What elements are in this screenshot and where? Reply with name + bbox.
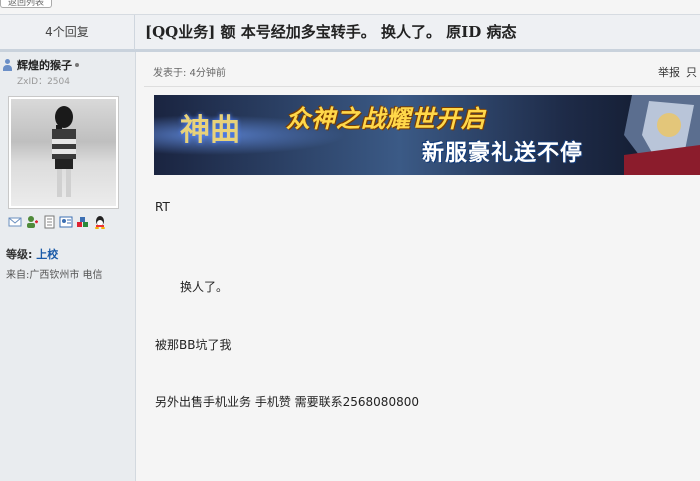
divider <box>144 86 700 87</box>
document-icon[interactable] <box>42 215 56 229</box>
user-line: 辉煌的猴子 <box>2 58 79 72</box>
banner-slogan-secondary: 新服豪礼送不停 <box>422 141 584 166</box>
avatar-image <box>11 99 116 206</box>
reply-count: 4个回复 <box>0 15 135 50</box>
qq-icon[interactable] <box>93 215 107 229</box>
report-link[interactable]: 举报 <box>658 64 680 80</box>
banner-slogan-primary: 众神之战耀世开启 <box>286 105 486 133</box>
post-content: 发表于: 4分钟前 举报 只 神曲 众神之战耀世开启 新服豪礼送不停 RT 换人… <box>136 52 700 481</box>
username-link[interactable]: 辉煌的猴子 <box>17 57 72 73</box>
post-line-rt: RT <box>155 200 170 214</box>
only-author-link[interactable]: 只 <box>686 64 697 80</box>
profile-action-icons <box>4 215 124 235</box>
banner-logo: 神曲 <box>180 113 240 148</box>
back-to-list-button[interactable]: 返回列表 <box>0 0 52 8</box>
group-icon[interactable] <box>76 215 90 229</box>
post-line-sale: 另外出售手机业务 手机赞 需要联系2568080800 <box>155 395 419 409</box>
rank-value[interactable]: 上校 <box>36 248 58 261</box>
rank-label: 等级: <box>6 248 33 261</box>
online-status-icon <box>75 63 79 67</box>
post-time: 发表于: 4分钟前 <box>153 68 226 79</box>
avatar[interactable] <box>8 96 119 209</box>
user-location: 来自:广西钦州市 电信 <box>6 270 103 281</box>
thread-header: 4个回复 [QQ业务] 额 本号经加多宝转手。 换人了。 原ID 病态 <box>0 14 700 52</box>
mail-icon[interactable] <box>8 215 22 229</box>
profile-card-icon[interactable] <box>59 215 73 229</box>
user-id: ZxID：2504 <box>17 77 70 87</box>
thread-title: [QQ业务] 额 本号经加多宝转手。 换人了。 原ID 病态 <box>145 23 517 41</box>
author-profile: 辉煌的猴子 ZxID：2504 等级: 上校 来自:广西钦州市 电信 <box>0 52 136 481</box>
post-line-changed: 换人了。 <box>180 280 229 294</box>
user-icon <box>2 59 13 71</box>
add-friend-icon[interactable] <box>25 215 39 229</box>
ad-banner[interactable]: 神曲 众神之战耀世开启 新服豪礼送不停 <box>154 95 700 175</box>
post-line-scammed: 被那BB坑了我 <box>155 338 232 352</box>
user-rank: 等级: 上校 <box>6 246 58 262</box>
